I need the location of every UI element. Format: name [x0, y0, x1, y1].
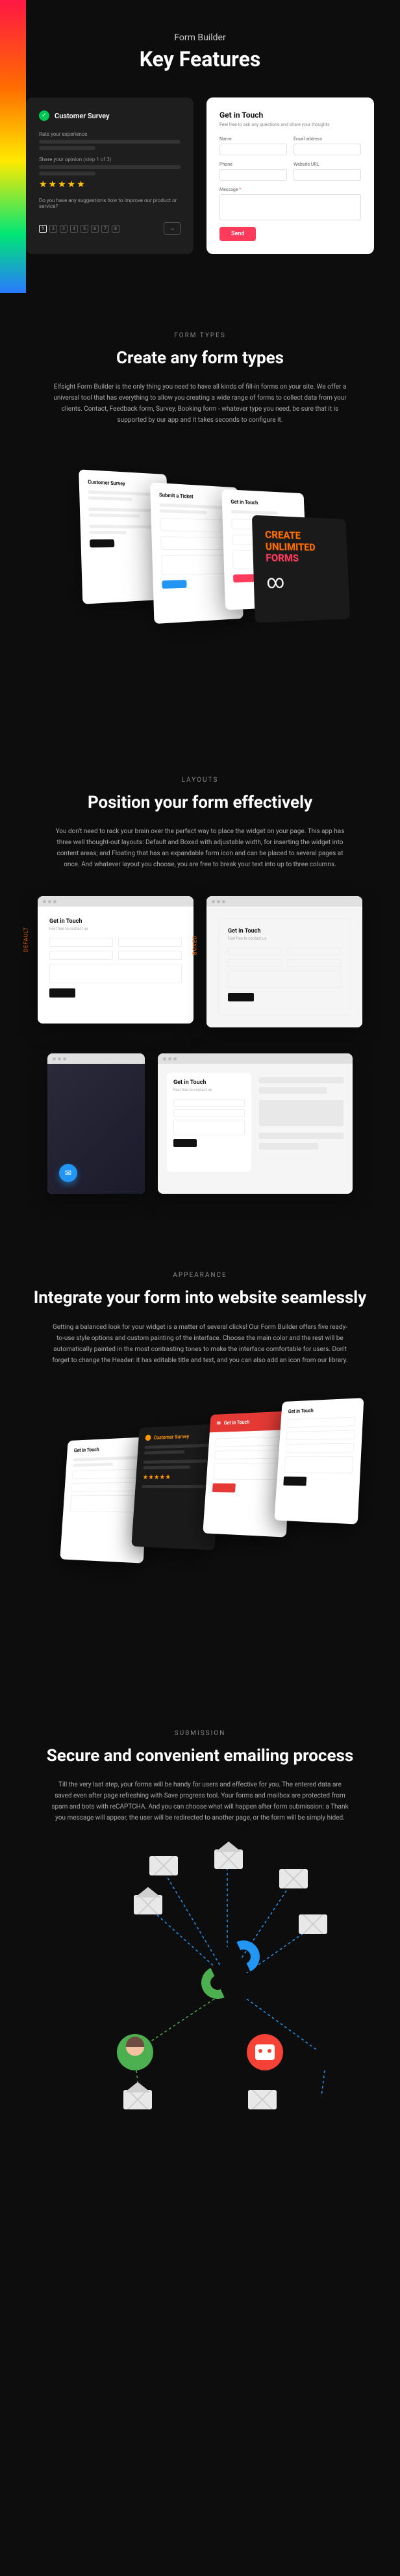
boxed-label: BOXED — [192, 936, 198, 955]
ac4-title: Get in Touch — [288, 1406, 356, 1414]
contact-card: Get in Touch Feel free to ask any questi… — [206, 97, 374, 254]
envelope-open-icon — [134, 1895, 162, 1914]
page-3[interactable]: 3 — [60, 225, 68, 233]
site-label: Website URL — [294, 162, 361, 167]
suggest-label: Do you have any suggestions how to impro… — [39, 198, 181, 209]
submission-title: Secure and convenient emailing process — [32, 1746, 368, 1766]
mail-icon: ✉ — [217, 1420, 221, 1426]
submission-section: SUBMISSION Secure and convenient emailin… — [0, 1691, 400, 2148]
bot-avatar-icon — [247, 2034, 283, 2070]
form-title: Get in Touch — [173, 1079, 245, 1086]
rate-label: Rate your experience — [39, 131, 181, 137]
layouts-eyebrow: LAYOUTS — [32, 777, 368, 784]
envelope-icon — [299, 1914, 327, 1934]
envelope-icon — [149, 1856, 178, 1875]
sc1-title: Customer Survey — [88, 479, 159, 488]
ac2-title: Customer Survey — [153, 1433, 189, 1440]
envelope-open-icon — [214, 1849, 243, 1869]
layouts-section: LAYOUTS Position your form effectively Y… — [0, 738, 400, 1233]
phone-label: Phone — [219, 162, 287, 167]
form-sub: Feel free to contact us — [173, 1088, 245, 1092]
phone-input[interactable] — [219, 169, 287, 181]
name-input[interactable] — [219, 144, 287, 155]
browser-boxed: Get in Touch Feel free to contact us — [206, 896, 362, 1027]
page-7[interactable]: 7 — [101, 225, 109, 233]
survey-title: Customer Survey — [55, 112, 110, 120]
page-6[interactable]: 6 — [91, 225, 99, 233]
skeleton-line — [39, 172, 95, 175]
page-5[interactable]: 5 — [81, 225, 88, 233]
types-desc: Elfsight Form Builder is the only thing … — [51, 381, 349, 426]
recaptcha-cycle-icon — [201, 1940, 260, 1999]
browser-floating-collapsed: ✉ — [47, 1053, 145, 1194]
layouts-title: Position your form effectively — [32, 793, 368, 813]
form-types-section: FORM TYPES Create any form types Elfsigh… — [0, 293, 400, 738]
site-input[interactable] — [294, 169, 361, 181]
ac3-title: Get in Touch — [224, 1419, 250, 1425]
form-sub: Feel free to contact us — [49, 927, 182, 931]
form-title: Get in Touch — [49, 918, 182, 925]
layouts-desc: You don't need to rack your brain over t… — [51, 826, 349, 870]
page-4[interactable]: 4 — [70, 225, 78, 233]
email-input[interactable] — [294, 144, 361, 155]
message-textarea[interactable] — [219, 194, 361, 220]
next-arrow-button[interactable]: → — [164, 222, 181, 235]
appearance-desc: Getting a balanced look for your widget … — [51, 1322, 349, 1366]
required-mark: * — [239, 187, 241, 192]
send-button[interactable]: Send — [219, 227, 256, 241]
name-label: Name — [219, 136, 287, 142]
infinity-icon: ∞ — [266, 571, 338, 593]
appearance-section: APPEARANCE Integrate your form into webs… — [0, 1233, 400, 1690]
form-sub: Feel free to contact us — [228, 936, 341, 941]
flow-lines — [32, 1849, 368, 2109]
hero-section: Form Builder Key Features ✓ Customer Sur… — [0, 0, 400, 293]
default-label: DEFAULT — [23, 927, 29, 953]
promo-l3: FORMS — [266, 552, 336, 564]
skeleton-line — [39, 140, 181, 144]
human-avatar-icon — [117, 2034, 153, 2070]
form-title: Get in Touch — [228, 928, 341, 934]
check-icon: ✓ — [39, 110, 49, 121]
step-indicator: (step 1 of 3) — [83, 157, 111, 162]
envelope-icon — [279, 1869, 308, 1888]
dot-icon — [145, 1434, 151, 1441]
floating-trigger-button[interactable]: ✉ — [59, 1164, 77, 1182]
submission-eyebrow: SUBMISSION — [32, 1730, 368, 1737]
appearance-title: Integrate your form into website seamles… — [32, 1288, 368, 1308]
appearance-eyebrow: APPEARANCE — [32, 1272, 368, 1279]
survey-card: ✓ Customer Survey Rate your experience S… — [26, 97, 194, 254]
hero-subtitle: Form Builder — [0, 32, 400, 43]
envelope-open-icon — [123, 2090, 152, 2109]
star-rating[interactable]: ★★★★★ — [39, 179, 181, 190]
skeleton-line — [39, 165, 181, 169]
flow-diagram — [32, 1849, 368, 2109]
types-title: Create any form types — [32, 348, 368, 368]
browser-floating-open: Get in Touch Feel free to contact us — [158, 1053, 353, 1194]
promo-card: CREATE UNLIMITED FORMS ∞ — [252, 515, 350, 623]
sc3-title: Get in Touch — [231, 499, 296, 508]
browser-default: Get in Touch Feel free to contact us — [38, 896, 194, 1024]
submission-desc: Till the very last step, your forms will… — [51, 1779, 349, 1823]
pager: 1 2 3 4 5 6 7 8 → — [39, 222, 181, 235]
page-2[interactable]: 2 — [49, 225, 57, 233]
contact-sub: Feel free to ask any questions and share… — [219, 122, 361, 127]
hero-title: Key Features — [0, 47, 400, 71]
skeleton-line — [39, 146, 95, 150]
opinion-label: Share your opinion — [39, 157, 82, 162]
appearance-card-4: Get in Touch — [274, 1398, 364, 1525]
email-label: Email address — [294, 136, 361, 142]
envelope-icon — [248, 2090, 277, 2109]
types-eyebrow: FORM TYPES — [32, 332, 368, 339]
ac1-title: Get in Touch — [74, 1445, 142, 1453]
msg-label: Message — [219, 187, 238, 192]
contact-title: Get in Touch — [219, 110, 361, 120]
page-8[interactable]: 8 — [112, 225, 119, 233]
sc2-title: Submit a Ticket — [159, 492, 231, 501]
page-1[interactable]: 1 — [39, 225, 47, 233]
